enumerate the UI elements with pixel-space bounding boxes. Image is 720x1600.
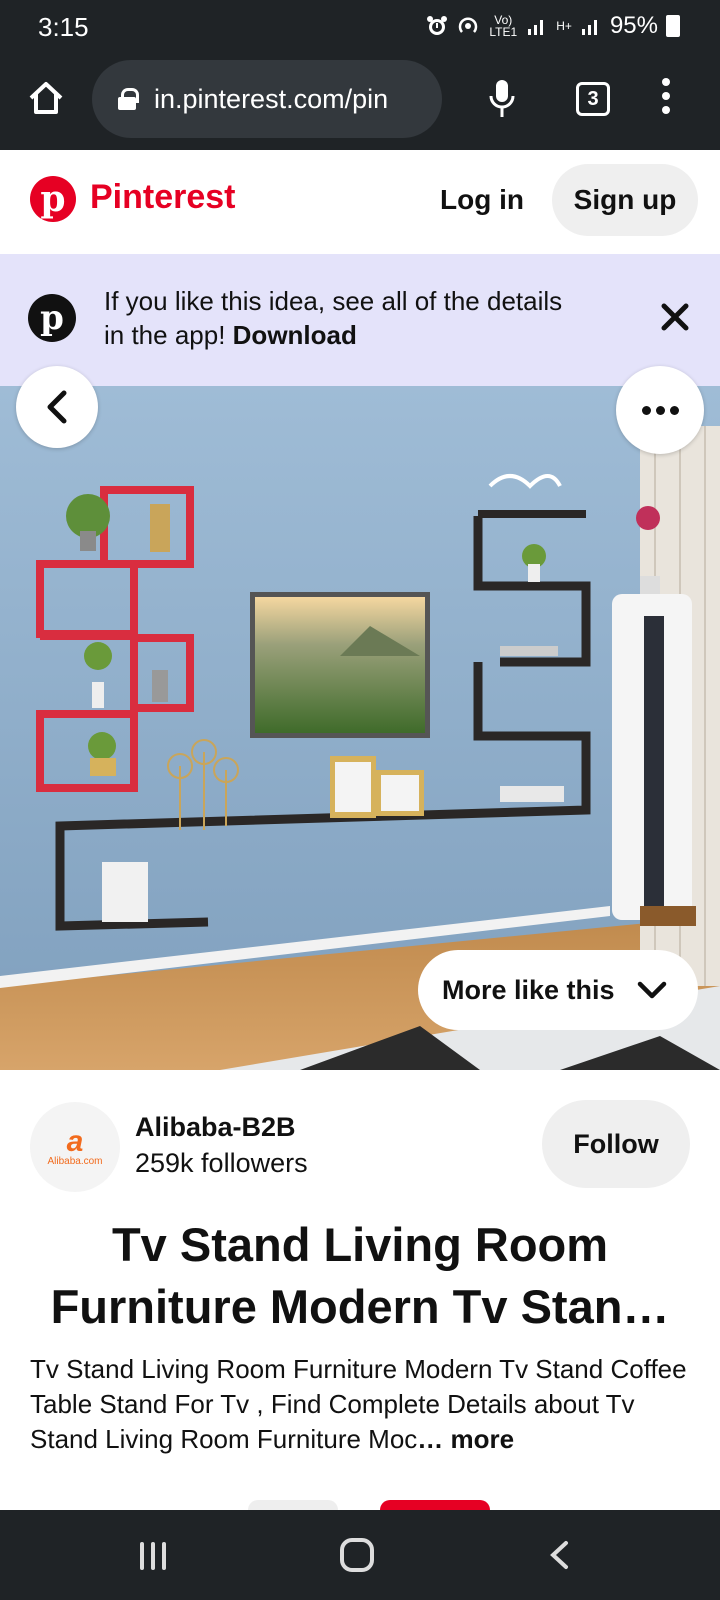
battery-icon [666,15,680,37]
pin-description: Tv Stand Living Room Furniture Modern Tv… [30,1354,687,1454]
banner-message: If you like this idea, see all of the de… [104,286,563,350]
creator-avatar[interactable]: a Alibaba.com [30,1102,120,1192]
signal-icon [528,20,544,35]
login-button[interactable]: Log in [440,170,524,230]
pin-title: Tv Stand Living Room Furniture Modern Tv… [50,1218,670,1333]
lock-icon [118,88,139,110]
follower-count: 259k followers [135,1148,308,1178]
hotspot-icon [459,17,478,33]
pinterest-app-icon: p [28,294,76,342]
status-bar: 3:15 Vo) LTE1 H+ 95% [0,0,720,52]
browser-menu-icon[interactable] [660,78,672,118]
mic-icon[interactable] [487,78,517,120]
pinterest-header: p Pinterest Log in Sign up [0,150,720,254]
signal2-icon [581,20,597,35]
more-like-this-label: More like this [442,974,615,1005]
more-options-button[interactable] [616,366,704,454]
follow-button[interactable]: Follow [542,1100,690,1188]
url-text: in.pinterest.com/pin [154,83,389,114]
avatar-text: Alibaba.com [47,1155,103,1167]
more-link[interactable]: … more [417,1424,514,1454]
alarm-icon [427,16,448,35]
browser-toolbar: in.pinterest.com/pin 3 [0,52,720,150]
creator-name[interactable]: Alibaba-B2B [135,1112,296,1143]
app-banner: p If you like this idea, see all of the … [0,254,720,386]
signup-button[interactable]: Sign up [552,164,698,236]
battery-percent: 95% [609,12,658,39]
network2-label: H+ [556,19,572,33]
alibaba-logo-icon: a [66,1124,84,1158]
back-nav-icon[interactable] [548,1540,570,1570]
close-icon[interactable] [658,300,692,334]
home-icon[interactable] [26,78,66,118]
network-label: Vo) LTE1 [489,13,518,39]
chevron-left-icon [47,390,67,424]
tab-switcher-button[interactable]: 3 [576,82,610,116]
status-icons: Vo) LTE1 H+ 95% [426,12,680,40]
pinterest-brand[interactable]: Pinterest [90,178,236,217]
more-like-this-button[interactable]: More like this [418,950,698,1030]
download-link[interactable]: Download [233,320,357,350]
system-nav-bar [0,1510,720,1600]
pin-details: a Alibaba.com Alibaba-B2B 259k followers… [0,1070,720,1520]
chevron-down-icon [637,981,666,999]
home-nav-icon[interactable] [340,1538,374,1572]
url-bar[interactable]: in.pinterest.com/pin [92,60,442,138]
back-button[interactable] [16,366,98,448]
pinterest-logo-icon[interactable]: p [30,176,76,222]
status-time: 3:15 [38,12,89,42]
recents-icon[interactable] [140,1542,166,1570]
